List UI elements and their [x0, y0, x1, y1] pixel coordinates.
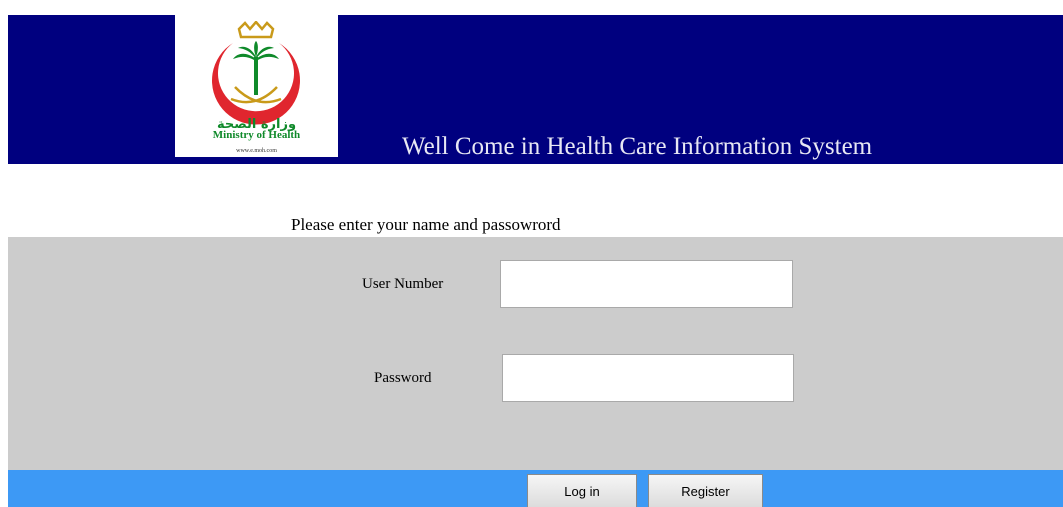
password-label: Password	[374, 370, 432, 386]
register-button[interactable]: Register	[648, 474, 763, 507]
login-prompt: Please enter your name and passowrord	[291, 215, 561, 234]
ministry-logo: وزارة الصحة Ministry of Health www.e.moh…	[175, 15, 338, 157]
login-button[interactable]: Log in	[527, 474, 637, 507]
welcome-title: Well Come in Health Care Information Sys…	[402, 133, 873, 160]
logo-english-text: Ministry of Health	[212, 129, 301, 141]
user-number-input[interactable]	[500, 260, 793, 308]
logo-url-text: www.e.moh.com	[236, 148, 277, 154]
ministry-seal-icon	[212, 21, 300, 125]
user-number-label: User Number	[362, 276, 444, 292]
password-input[interactable]	[502, 354, 794, 402]
login-page: وزارة الصحة Ministry of Health www.e.moh…	[0, 0, 1063, 507]
